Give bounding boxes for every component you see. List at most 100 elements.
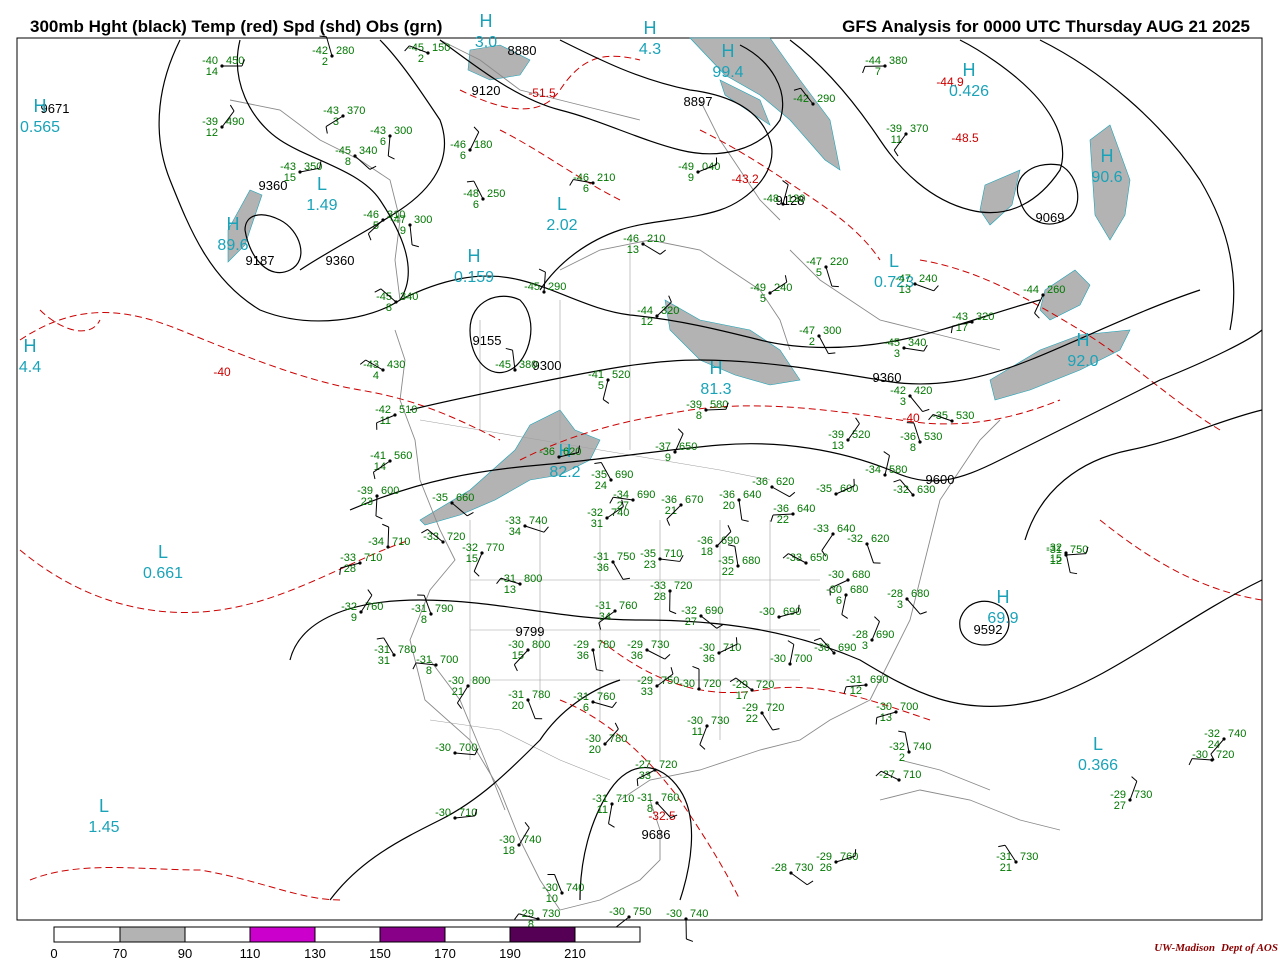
jet-streak-labrador [980, 170, 1020, 225]
station-dewpoint: 11 [891, 134, 902, 146]
wind-barb-flag [678, 429, 683, 434]
station-height: 690 [637, 489, 655, 501]
wind-barb-flag [373, 472, 375, 479]
station-height: 720 [659, 759, 677, 771]
station-height: 730 [1134, 789, 1152, 801]
station-height: 300 [414, 214, 432, 226]
station-height: 180 [474, 139, 492, 151]
station-dewpoint: 22 [722, 566, 734, 578]
station-dewpoint: 21 [1000, 862, 1012, 874]
wind-barb-staff [593, 650, 596, 670]
station-height: 340 [400, 291, 418, 303]
station-temp: -35 [932, 410, 948, 422]
station-dewpoint: 2 [899, 752, 905, 764]
station-height: 210 [647, 233, 665, 245]
wind-barb-flag [1035, 313, 1040, 318]
station-temp: -34 [368, 536, 384, 548]
wind-barb-flag [539, 269, 545, 272]
station-height: 760 [619, 600, 637, 612]
station-obs: -3171011 [592, 793, 634, 827]
pressure-center-letter: H [722, 41, 735, 61]
wind-barb-flag [670, 611, 676, 614]
station-dewpoint: 4 [373, 370, 379, 382]
station-obs: -327402 [889, 731, 931, 764]
station-obs: -2972017 [730, 678, 774, 702]
station-dewpoint: 13 [832, 440, 844, 452]
station-obs: -3374034 [505, 515, 548, 538]
station-temp: -32 [893, 484, 909, 496]
station-obs: -33650 [783, 552, 828, 565]
station-dewpoint: 6 [836, 595, 842, 607]
station-height: 760 [597, 691, 615, 703]
station-temp: -35 [816, 483, 832, 495]
pressure-center-value: 81.3 [700, 381, 731, 398]
wind-barb-staff [762, 713, 773, 730]
temp-contour-7 [1100, 520, 1262, 600]
wind-barb-staff [867, 544, 874, 563]
colorbar-band [250, 927, 315, 942]
station-height: 300 [394, 125, 412, 137]
station-obs: -4332017 [951, 311, 994, 334]
station-height: 730 [711, 715, 729, 727]
station-dewpoint: 36 [597, 562, 609, 574]
station-height: 710 [616, 793, 634, 805]
wind-barb-staff [905, 732, 909, 752]
station-dewpoint: 6 [380, 136, 386, 148]
wind-barb-flag [1070, 573, 1077, 574]
station-temp: -30 [770, 653, 786, 665]
station-dewpoint: 2 [322, 56, 328, 68]
wind-barb-staff [643, 244, 660, 254]
wind-barb-flag [474, 571, 479, 576]
station-height: 340 [908, 337, 926, 349]
colorbar-band [315, 927, 380, 942]
station-height: 130 [787, 193, 805, 205]
station-obs: -286803 [887, 588, 929, 614]
station-dewpoint: 2 [418, 53, 424, 65]
station-obs: -473002 [799, 325, 841, 354]
station-dewpoint: 5 [598, 380, 604, 392]
station-dewpoint: 8 [696, 410, 702, 422]
wind-barb-staff [609, 804, 612, 824]
wind-barb-flag [623, 578, 630, 579]
station-height: 690 [838, 642, 856, 654]
pressure-center-value: 82.2 [549, 464, 580, 481]
station-height: 760 [365, 601, 383, 613]
station-dewpoint: 9 [400, 225, 406, 237]
station-temp: -42 [793, 93, 809, 105]
station-height: 380 [519, 359, 537, 371]
station-temp: -30 [759, 606, 775, 618]
station-temp: -45 [495, 359, 511, 371]
wind-barb-flag [855, 849, 856, 856]
pressure-center-value: 0.366 [1078, 757, 1118, 774]
colorbar-tick: 0 [50, 946, 57, 961]
station-dewpoint: 20 [589, 744, 601, 756]
station-height: 740 [566, 882, 584, 894]
height-label: 9120 [472, 83, 501, 98]
station-obs: -3667021 [661, 494, 703, 526]
wind-barb-flag [856, 418, 860, 424]
station-dewpoint: 18 [701, 546, 713, 558]
station-height: 720 [756, 679, 774, 691]
wind-barb-staff [706, 409, 726, 410]
station-height: 340 [359, 145, 377, 157]
pressure-center-value: 4.3 [639, 41, 661, 58]
weather-map: 9671936091879360912088809128906991559300… [0, 0, 1280, 960]
station-height: 220 [830, 256, 848, 268]
height-label: 8897 [684, 94, 713, 109]
station-obs: -3960023 [357, 485, 399, 519]
station-height: 690 [705, 605, 723, 617]
station-temp: -30 [814, 642, 830, 654]
colorbar-tick: 190 [499, 946, 521, 961]
station-obs: -27710 [876, 769, 921, 782]
station-height: 240 [774, 282, 792, 294]
station-height: 710 [364, 552, 382, 564]
station-dewpoint: 8 [421, 614, 427, 626]
station-dewpoint: 34 [509, 526, 521, 538]
station-dewpoint: 6 [583, 183, 589, 195]
wind-barb-flag [894, 480, 901, 482]
wind-barb-flag [773, 729, 780, 730]
station-height: 710 [903, 769, 921, 781]
station-obs: -30 690 [814, 638, 856, 654]
station-dewpoint: 14 [206, 66, 218, 78]
station-dewpoint: 9 [351, 612, 357, 624]
